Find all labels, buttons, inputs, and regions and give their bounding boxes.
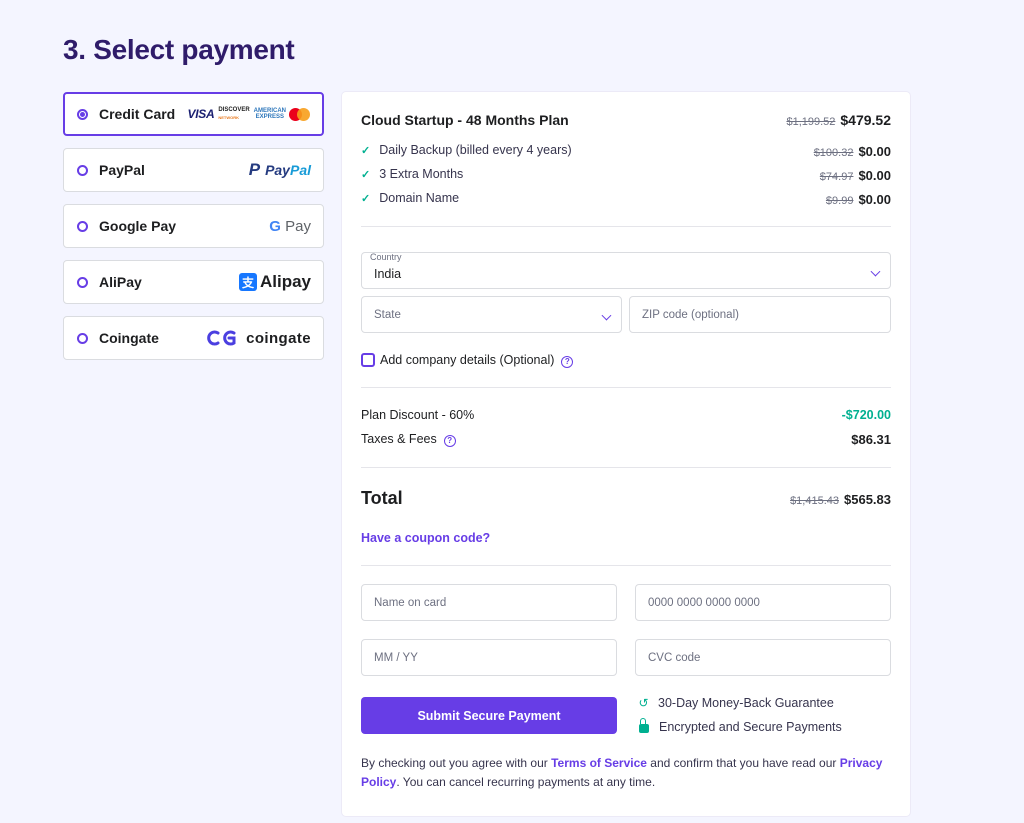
help-icon[interactable]: ? xyxy=(443,434,456,447)
payment-method-label: PayPal xyxy=(99,162,145,178)
submit-payment-button[interactable]: Submit Secure Payment xyxy=(361,697,617,734)
plan-name: Cloud Startup - 48 Months Plan xyxy=(361,112,569,128)
zip-input[interactable]: ZIP code (optional) xyxy=(629,296,891,333)
secure-payments: Encrypted and Secure Payments xyxy=(637,718,842,734)
visa-logo: VISA xyxy=(187,107,215,121)
feature-price: $100.32 $0.00 xyxy=(813,144,891,159)
feature-item: ✓ Domain Name xyxy=(361,191,460,205)
payment-method-list: Credit Card VISA DISCOVER NETWORK AMERICA… xyxy=(63,92,324,372)
company-details-checkbox[interactable] xyxy=(361,353,375,367)
total-label: Total xyxy=(361,488,403,508)
feature-item: ✓ 3 Extra Months xyxy=(361,167,464,181)
alipay-icon: 支 xyxy=(238,273,257,291)
divider xyxy=(361,565,891,566)
card-brands-logos: VISA DISCOVER NETWORK AMERICAN EXPRESS xyxy=(187,107,310,121)
alipay-logo: 支 Alipay xyxy=(238,272,311,292)
divider xyxy=(361,387,891,388)
check-icon: ✓ xyxy=(361,168,371,181)
discount-label: Plan Discount - 60% xyxy=(361,408,475,422)
amex-logo: AMERICAN EXPRESS xyxy=(253,108,286,120)
help-icon[interactable]: ? xyxy=(561,355,574,368)
taxes-label: Taxes & Fees ? xyxy=(361,432,456,447)
radio-selected[interactable] xyxy=(77,108,88,120)
radio-unselected[interactable] xyxy=(77,276,88,288)
state-select[interactable]: State xyxy=(361,296,622,333)
legal-text: By checking out you agree with our Terms… xyxy=(361,756,883,789)
mastercard-logo xyxy=(289,107,310,121)
chevron-down-icon xyxy=(601,310,612,320)
plan-price: $1,199.52 $479.52 xyxy=(786,112,891,128)
radio-unselected[interactable] xyxy=(77,164,88,176)
payment-method-coingate[interactable]: Coingate coingate xyxy=(63,316,324,360)
divider xyxy=(361,467,891,468)
paypal-logo: P PayPal xyxy=(248,160,311,179)
discover-logo: DISCOVER NETWORK xyxy=(218,107,250,120)
divider xyxy=(361,226,891,227)
google-g-icon: G xyxy=(269,217,281,235)
name-on-card-input[interactable]: Name on card xyxy=(361,584,617,621)
lock-icon xyxy=(639,718,649,733)
order-summary-card: Cloud Startup - 48 Months Plan $1,199.52… xyxy=(342,92,910,816)
radio-unselected[interactable] xyxy=(77,220,88,232)
coupon-link[interactable]: Have a coupon code? xyxy=(361,531,490,545)
company-details-label[interactable]: Add company details (Optional) ? xyxy=(380,353,574,368)
money-back-guarantee: ↺ 30-Day Money-Back Guarantee xyxy=(638,696,834,710)
feature-item: ✓ Daily Backup (billed every 4 years) xyxy=(361,143,572,157)
feature-price: $9.99 $0.00 xyxy=(825,192,891,207)
chevron-down-icon xyxy=(870,266,881,276)
coingate-logo: coingate xyxy=(206,330,311,347)
feature-price: $74.97 $0.00 xyxy=(819,168,891,183)
payment-method-paypal[interactable]: PayPal P PayPal xyxy=(63,148,324,192)
total-price: $1,415.43 $565.83 xyxy=(790,492,891,507)
payment-method-alipay[interactable]: AliPay 支 Alipay xyxy=(63,260,324,304)
payment-method-label: Google Pay xyxy=(99,218,177,234)
check-icon: ✓ xyxy=(361,192,371,205)
page-title: 3. Select payment xyxy=(63,34,295,65)
history-icon: ↺ xyxy=(638,696,649,710)
radio-unselected[interactable] xyxy=(77,332,88,344)
payment-method-credit-card[interactable]: Credit Card VISA DISCOVER NETWORK AMERICA… xyxy=(63,92,324,136)
card-number-input[interactable]: 0000 0000 0000 0000 xyxy=(635,584,891,621)
payment-method-google-pay[interactable]: Google Pay G Pay xyxy=(63,204,324,248)
country-select[interactable]: Country India xyxy=(361,252,891,289)
google-pay-logo: G Pay xyxy=(269,217,311,235)
payment-method-label: AliPay xyxy=(99,274,142,290)
expiry-input[interactable]: MM / YY xyxy=(361,639,617,676)
terms-of-service-link[interactable]: Terms of Service xyxy=(551,756,647,770)
cvc-input[interactable]: CVC code xyxy=(635,639,891,676)
taxes-value: $86.31 xyxy=(851,432,891,447)
payment-method-label: Credit Card xyxy=(99,106,176,122)
discount-value: -$720.00 xyxy=(841,408,891,422)
payment-method-label: Coingate xyxy=(99,330,159,346)
check-icon: ✓ xyxy=(361,144,371,157)
paypal-icon: P xyxy=(248,160,261,179)
coingate-icon xyxy=(207,330,236,346)
